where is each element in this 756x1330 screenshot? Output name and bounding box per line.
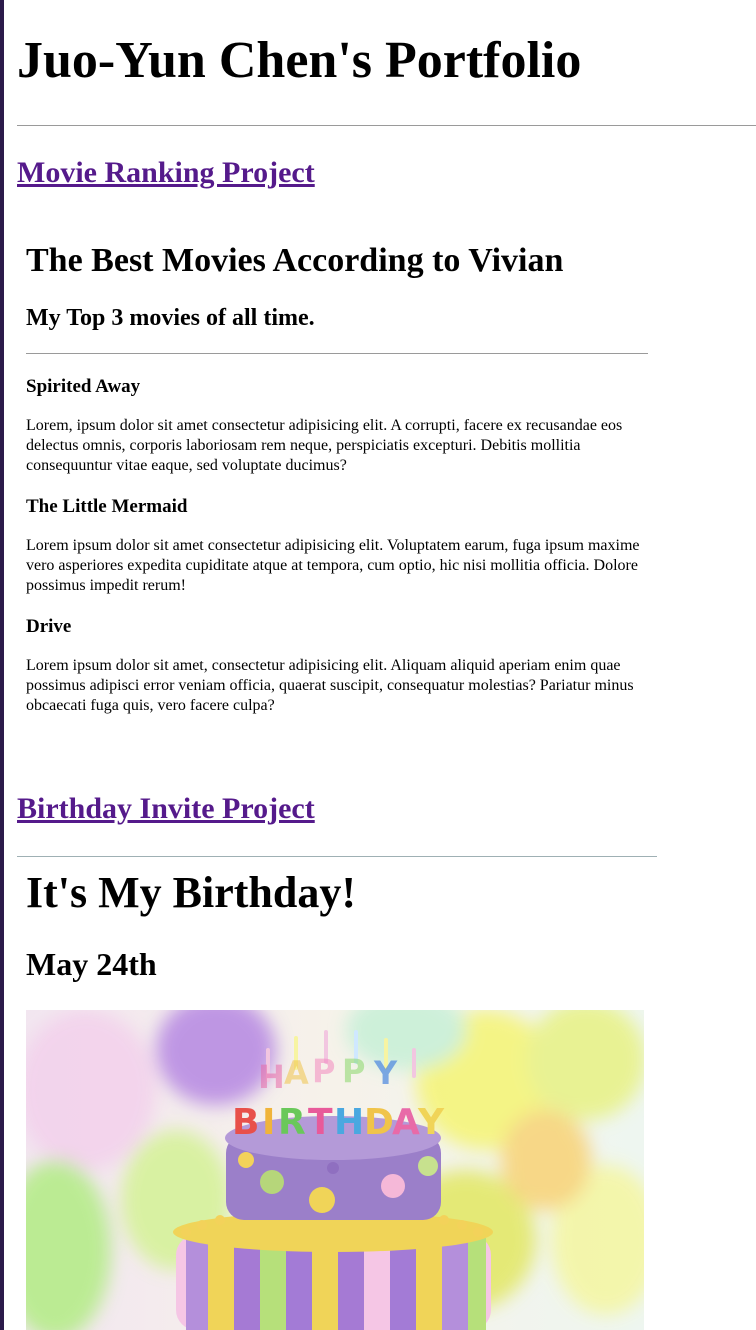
- svg-text:H: H: [258, 1058, 285, 1096]
- movie-description: Lorem ipsum dolor sit amet consectetur a…: [26, 537, 640, 594]
- svg-text:Y: Y: [373, 1054, 398, 1092]
- svg-text:P: P: [312, 1052, 335, 1090]
- svg-text:A: A: [284, 1054, 309, 1092]
- title-divider: [17, 125, 756, 126]
- movie-ranking-project-link[interactable]: Movie Ranking Project: [17, 155, 315, 191]
- movie-title: The Little Mermaid: [26, 496, 188, 517]
- svg-text:H: H: [334, 1102, 364, 1143]
- movie-title: Drive: [26, 616, 72, 637]
- svg-text:T: T: [308, 1102, 333, 1143]
- svg-text:D: D: [364, 1102, 394, 1143]
- svg-text:I: I: [262, 1102, 275, 1143]
- birthday-divider: [17, 856, 657, 857]
- birthday-invite-project-link[interactable]: Birthday Invite Project: [17, 791, 315, 827]
- page-title: Juo-Yun Chen's Portfolio: [17, 32, 582, 89]
- svg-text:A: A: [392, 1102, 420, 1143]
- svg-text:B: B: [232, 1102, 259, 1143]
- movie-title: Spirited Away: [26, 376, 141, 397]
- movies-heading: The Best Movies According to Vivian: [26, 242, 564, 279]
- svg-text:P: P: [342, 1052, 365, 1090]
- svg-text:Y: Y: [417, 1102, 445, 1143]
- movie-description: Lorem ipsum dolor sit amet, consectetur …: [26, 657, 634, 714]
- birthday-cake-image: H A P P Y B I R T H D A Y: [26, 1010, 644, 1330]
- movies-divider: [26, 353, 648, 354]
- movies-subheading: My Top 3 movies of all time.: [26, 305, 315, 331]
- birthday-heading: It's My Birthday!: [26, 868, 356, 917]
- birthday-date: May 24th: [26, 946, 157, 982]
- movie-description: Lorem, ipsum dolor sit amet consectetur …: [26, 417, 623, 474]
- window-left-edge: [0, 0, 4, 1330]
- svg-text:R: R: [278, 1102, 306, 1143]
